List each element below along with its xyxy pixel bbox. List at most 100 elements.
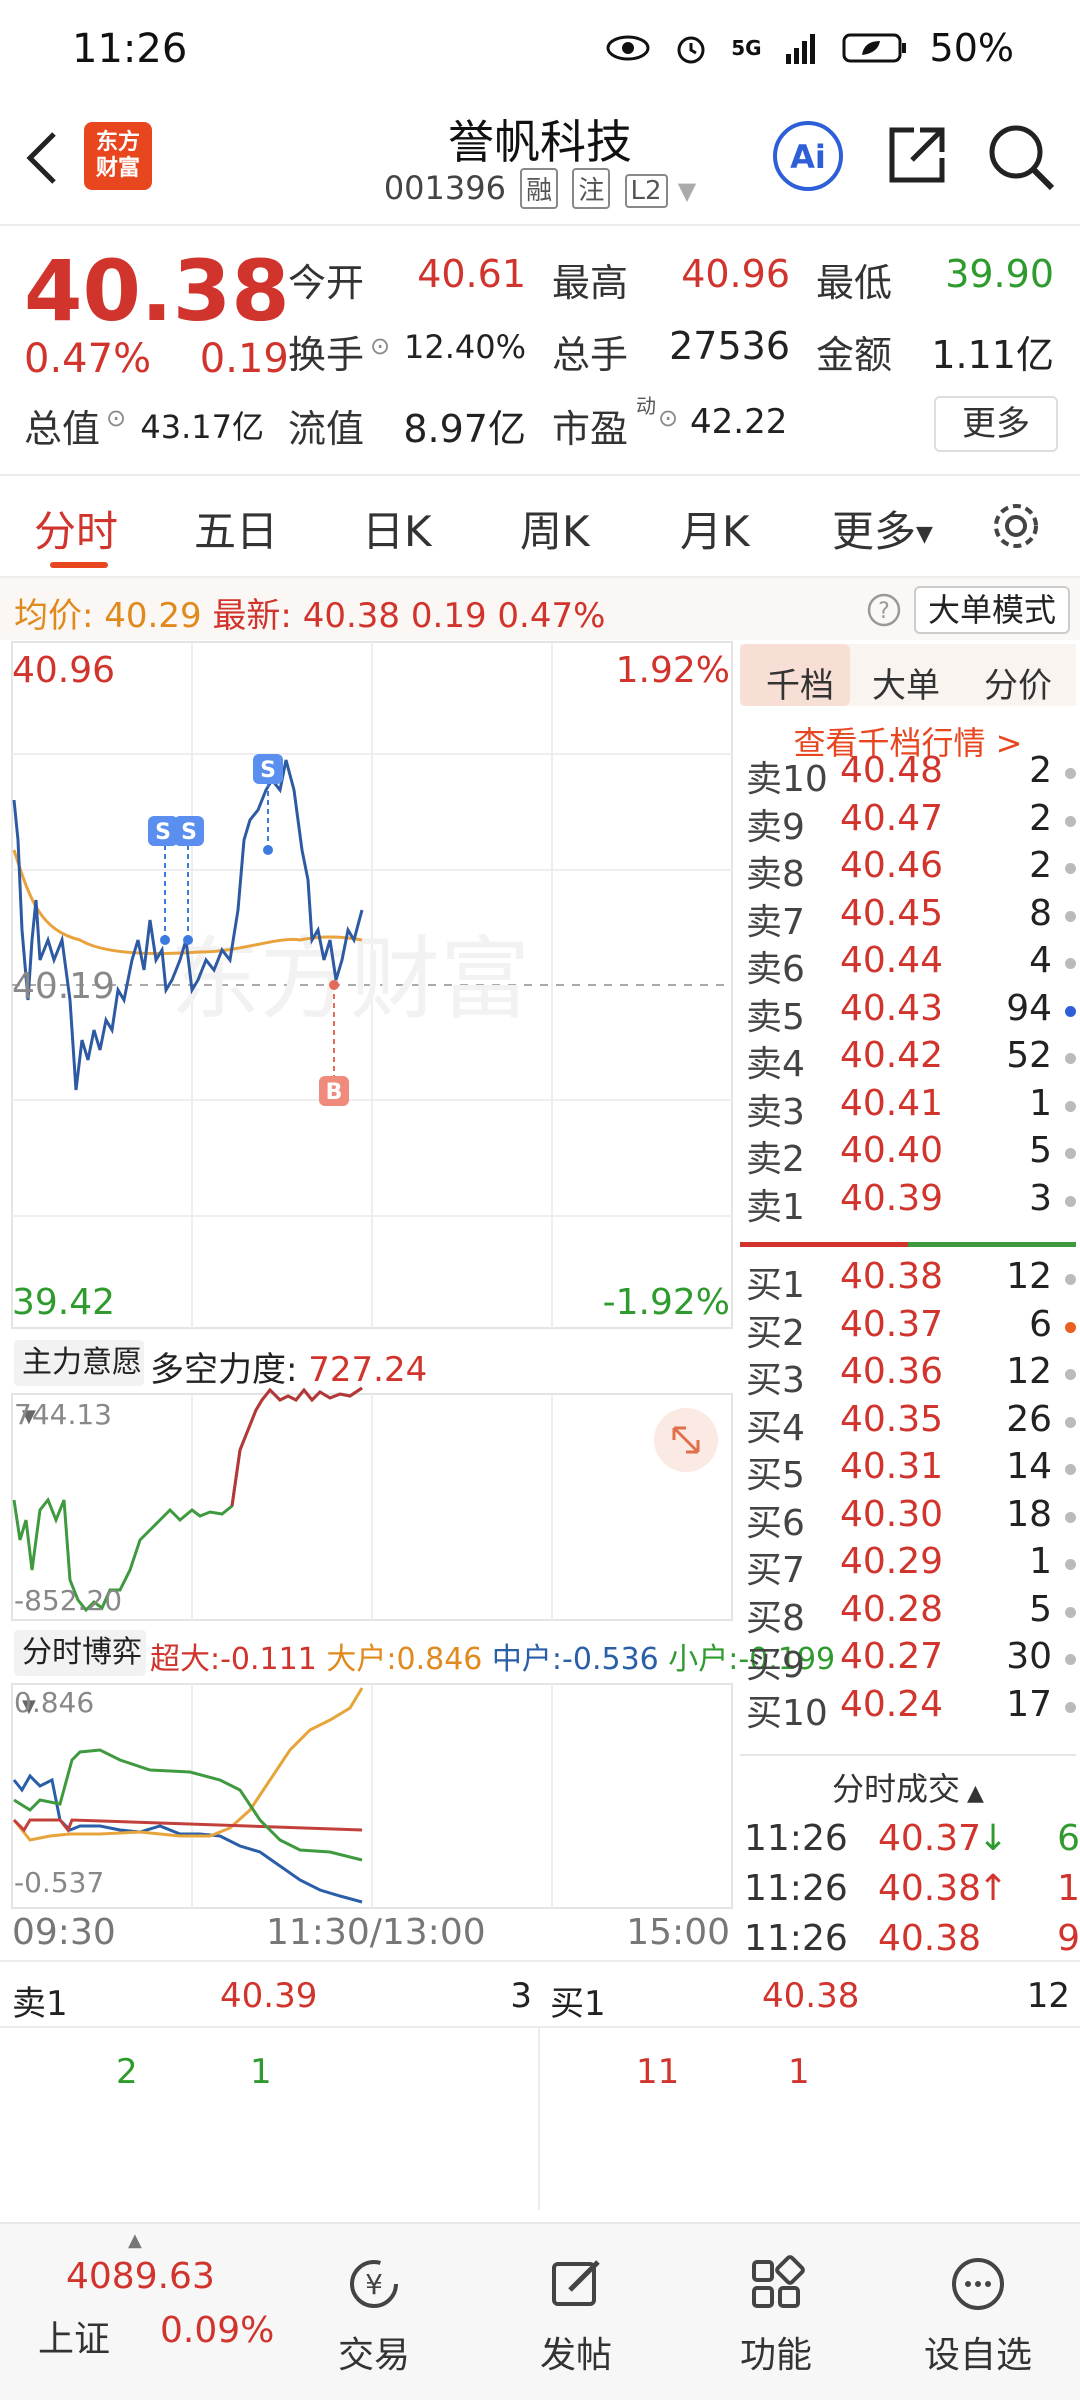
- ask-row[interactable]: 卖6 40.44 4: [740, 940, 1076, 990]
- ask-row[interactable]: 卖10 40.48 2: [740, 750, 1076, 800]
- more-button[interactable]: 更多: [934, 396, 1058, 452]
- ask-row[interactable]: 卖7 40.45 8: [740, 893, 1076, 943]
- settings-gear-icon[interactable]: [988, 498, 1044, 554]
- info-icon[interactable]: ⊙: [106, 404, 126, 432]
- tab-five-day[interactable]: 五日: [194, 498, 278, 559]
- tick-title-label: 分时成交: [832, 1770, 961, 1808]
- index-name[interactable]: 上证: [38, 2310, 110, 2362]
- bid-row[interactable]: 买2 40.37 6: [740, 1304, 1076, 1354]
- value-volume: 27536: [669, 324, 790, 368]
- volume-dot-icon: [1065, 1148, 1076, 1159]
- book-tab-depth[interactable]: 千档: [766, 658, 834, 707]
- bid-price: 40.31: [840, 1446, 944, 1487]
- tick-price: 40.38: [878, 1868, 982, 1909]
- nav-add-watchlist-label: 设自选: [923, 2335, 1032, 2376]
- bid-row[interactable]: 买4 40.35 26: [740, 1399, 1076, 1449]
- nav-post[interactable]: 发帖: [506, 2254, 646, 2378]
- book-tab-price-level[interactable]: 分价: [984, 658, 1052, 707]
- value-pe: 42.22: [690, 402, 788, 442]
- bid-row[interactable]: 买10 40.24 17: [740, 1683, 1076, 1734]
- tab-weekly-k[interactable]: 周K: [520, 498, 590, 559]
- chart-low-price: 39.42: [12, 1282, 116, 1323]
- bid-row[interactable]: 买7 40.29 1: [740, 1541, 1076, 1591]
- bid-row[interactable]: 买6 40.30 18: [740, 1493, 1076, 1544]
- label-pe: 市盈: [552, 407, 629, 451]
- bid-row[interactable]: 买9 40.27 30: [740, 1636, 1076, 1686]
- bid-volume: 12: [1006, 1351, 1052, 1392]
- period-tabs: 分时 五日 日K 周K 月K 更多▼: [0, 478, 1080, 578]
- ask-row[interactable]: 卖8 40.46 2: [740, 845, 1076, 895]
- ask-row[interactable]: 卖3 40.41 1: [740, 1082, 1076, 1133]
- detail-bid-label: 买1: [550, 1984, 606, 2024]
- ask-row[interactable]: 卖5 40.43 94: [740, 988, 1076, 1038]
- index-value[interactable]: 4089.63: [66, 2256, 215, 2297]
- label-volume: 总手: [552, 333, 629, 377]
- tab-more[interactable]: 更多▼: [832, 498, 933, 559]
- time-axis-mid: 11:30/13:00: [266, 1912, 486, 1953]
- search-icon[interactable]: [986, 122, 1056, 192]
- bid-row[interactable]: 买8 40.28 5: [740, 1589, 1076, 1639]
- pe-superscript: 动: [636, 394, 656, 418]
- tab-monthly-k[interactable]: 月K: [680, 498, 750, 559]
- nav-add-watchlist[interactable]: 设自选: [908, 2254, 1048, 2378]
- caret-down-icon: ▼: [916, 522, 933, 547]
- big-order-mode-button[interactable]: 大单模式: [914, 586, 1070, 634]
- order-book: 千档 大单 分价 查看千档行情 > 分时成交 ▲ 卖10 40.48 2 卖9 40.4…: [736, 640, 1080, 1960]
- last-change: 0.19: [410, 596, 487, 636]
- legend-mid-value: -0.536: [562, 1642, 659, 1677]
- indicator1-top: 744.13: [14, 1398, 112, 1431]
- caret-up-icon: ▲: [128, 2230, 142, 2251]
- tab-daily-k[interactable]: 日K: [362, 498, 432, 559]
- ask-level-label: 卖9: [746, 806, 805, 848]
- watermark: 东方财富: [170, 927, 530, 1032]
- detail-bid-price: 40.38: [762, 1976, 860, 2016]
- svg-text:?: ?: [878, 599, 890, 624]
- bottom-nav: ▲ 4089.63 上证 0.09% ¥ 交易 发帖 功能 设自选: [0, 2222, 1080, 2400]
- volume-dot-icon: [1065, 1559, 1076, 1570]
- label-open: 今开: [288, 261, 365, 305]
- bid-row[interactable]: 买1 40.38 12: [740, 1256, 1076, 1306]
- change-amount: 0.19: [199, 336, 289, 382]
- ask-price: 40.41: [840, 1082, 944, 1124]
- bid-row[interactable]: 买5 40.31 14: [740, 1446, 1076, 1496]
- ask-row[interactable]: 卖2 40.40 5: [740, 1130, 1076, 1180]
- tick-title[interactable]: 分时成交 ▲: [736, 1764, 1080, 1810]
- stock-header: 东方 财富 誉帆科技 001396 融 注 L2 ▼ Ai: [0, 100, 1080, 224]
- legend-mid-label: 中户:: [491, 1642, 563, 1677]
- share-icon[interactable]: [884, 122, 950, 188]
- indicator2-selector[interactable]: 分时博弈 ▼: [14, 1630, 146, 1717]
- tab-intraday[interactable]: 分时: [34, 498, 118, 559]
- ask-row[interactable]: 卖9 40.47 2: [740, 797, 1076, 848]
- bid-level-label: 买7: [746, 1550, 805, 1591]
- signal-icon: [785, 34, 815, 64]
- bid-level-label: 买4: [746, 1407, 805, 1449]
- ask-volume: 2: [1029, 797, 1052, 839]
- volume-dot-icon: [1065, 1100, 1076, 1112]
- legend-large-label: 大户:: [326, 1642, 397, 1677]
- ask-row[interactable]: 卖4 40.42 52: [740, 1035, 1076, 1085]
- book-tab-big-order[interactable]: 大单: [872, 658, 940, 707]
- ai-icon[interactable]: Ai: [770, 118, 846, 194]
- info-icon[interactable]: ⊙: [370, 332, 390, 360]
- chart-area: 东方财富 S S S B 40.96 1.92% 40.19 39.42 -1.…: [0, 640, 835, 1960]
- help-icon[interactable]: ?: [866, 592, 902, 628]
- value-low: 39.90: [945, 252, 1054, 296]
- tick-price: 40.38: [878, 1918, 982, 1959]
- svg-text:¥: ¥: [365, 2268, 383, 2301]
- nav-trade[interactable]: ¥ 交易: [304, 2254, 444, 2378]
- label-low: 最低: [816, 261, 893, 305]
- tick-volume: 9: [1057, 1918, 1080, 1959]
- bid-price: 40.30: [840, 1493, 944, 1535]
- sell-marker-label: S: [181, 820, 197, 845]
- edit-post-icon: [552, 2260, 600, 2306]
- ask-row[interactable]: 卖1 40.39 3: [740, 1178, 1076, 1228]
- indicator1-selector[interactable]: 主力意愿 ▼: [14, 1340, 144, 1427]
- bid-level-label: 买10: [746, 1692, 828, 1734]
- time-axis-start: 09:30: [12, 1912, 116, 1953]
- bid-volume: 17: [1006, 1683, 1052, 1725]
- bid-row[interactable]: 买3 40.36 12: [740, 1351, 1076, 1401]
- info-icon[interactable]: ⊙: [658, 404, 678, 432]
- index-percent: 0.09%: [160, 2310, 275, 2351]
- nav-functions[interactable]: 功能: [706, 2254, 846, 2378]
- last-value: 40.38: [302, 596, 401, 636]
